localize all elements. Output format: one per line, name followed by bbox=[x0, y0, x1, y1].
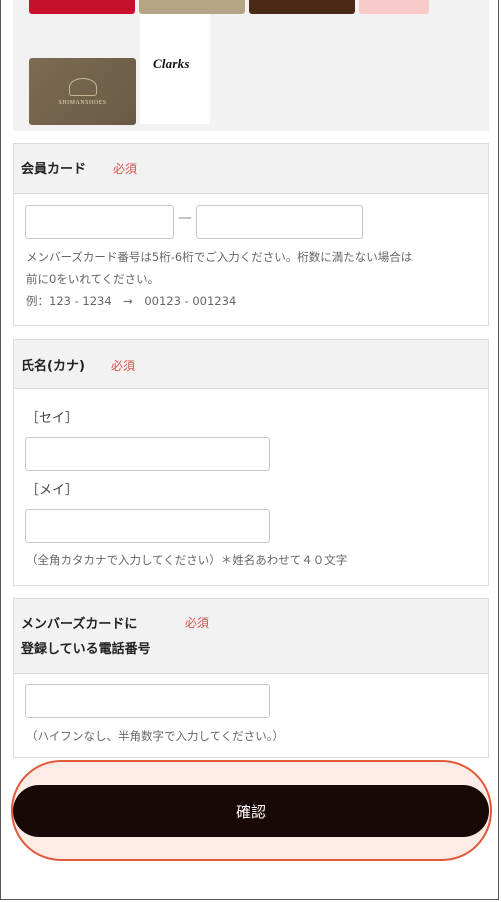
sei-input[interactable] bbox=[25, 437, 270, 471]
name-kana-title: 氏名(カナ) bbox=[21, 359, 85, 374]
required-badge: 必須 bbox=[185, 616, 210, 630]
phone-input[interactable] bbox=[25, 684, 270, 718]
sei-label: ［セイ］ bbox=[26, 411, 79, 426]
mei-label: ［メイ］ bbox=[26, 483, 79, 498]
member-card-number-first-input[interactable] bbox=[25, 205, 174, 239]
member-card-header: 会員カード 必須 bbox=[14, 144, 488, 194]
name-kana-header: 氏名(カナ) 必須 bbox=[14, 340, 488, 389]
brand-card-name: SHIMANSHOES bbox=[58, 99, 107, 106]
required-badge: 必須 bbox=[111, 359, 136, 373]
member-card-number-second-input[interactable] bbox=[196, 205, 363, 239]
phone-title-line2: 登録している電話番号 bbox=[21, 642, 151, 657]
separator-dash: — bbox=[178, 210, 192, 226]
member-card-note-2: 前に0をいれてください。 bbox=[26, 272, 160, 286]
brand-card-clarks[interactable]: Clarks bbox=[140, 14, 210, 124]
phone-section: メンバーズカードに 登録している電話番号 必須 （ハイフンなし、半角数字で入力し… bbox=[13, 598, 489, 758]
brand-card-shimanshoes[interactable]: SHIMANSHOES bbox=[29, 58, 136, 125]
crest-icon bbox=[68, 77, 97, 96]
brand-card-pink[interactable] bbox=[359, 0, 429, 14]
member-card-example: 例：123 - 1234 → 00123 - 001234 bbox=[26, 294, 237, 308]
brand-card-brown[interactable] bbox=[249, 0, 355, 14]
name-kana-section: 氏名(カナ) 必須 ［セイ］ ［メイ］ （全角カタカナで入力してください）＊姓名… bbox=[13, 339, 489, 586]
clarks-logo: Clarks bbox=[153, 56, 190, 71]
member-card-section: 会員カード 必須 — メンバーズカード番号は5桁-6桁でご入力ください。桁数に満… bbox=[13, 143, 489, 326]
phone-header: メンバーズカードに 登録している電話番号 必須 bbox=[14, 599, 488, 674]
brand-card-red[interactable] bbox=[29, 0, 135, 14]
mei-input[interactable] bbox=[25, 509, 270, 543]
brand-selection: SHIMANSHOES Clarks bbox=[13, 0, 489, 131]
member-card-note: メンバーズカード番号は5桁-6桁でご入力ください。桁数に満たない場合は bbox=[26, 250, 413, 264]
phone-note: （ハイフンなし、半角数字で入力してください。） bbox=[26, 729, 285, 743]
name-kana-note: （全角カタカナで入力してください）＊姓名あわせて４０文字 bbox=[26, 553, 348, 567]
confirm-button[interactable]: 確認 bbox=[13, 785, 489, 837]
member-card-title: 会員カード bbox=[21, 162, 87, 177]
phone-title-line1: メンバーズカードに bbox=[21, 617, 138, 632]
required-badge: 必須 bbox=[113, 162, 138, 176]
brand-card-gold[interactable] bbox=[139, 0, 245, 14]
